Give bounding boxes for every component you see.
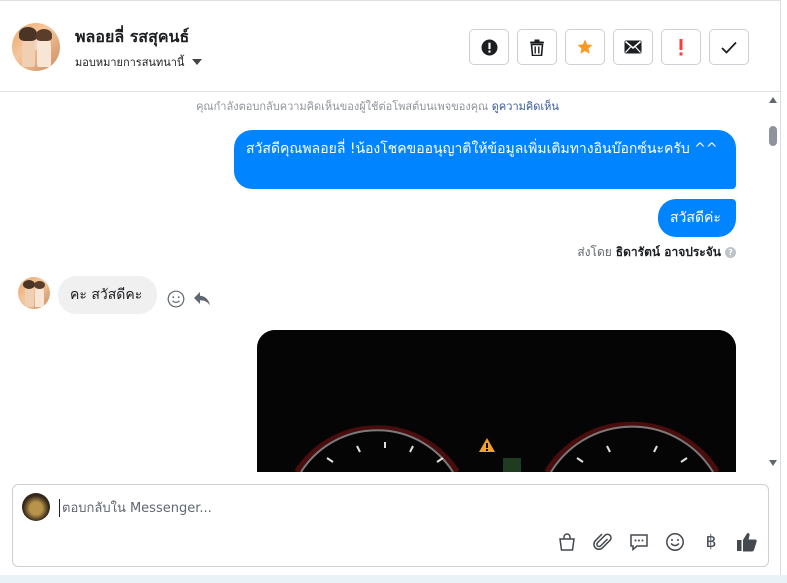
message-actions <box>167 290 211 308</box>
reply-icon[interactable] <box>193 291 211 307</box>
mark-spam-button[interactable] <box>469 29 509 65</box>
scroll-down-arrow-icon[interactable] <box>769 460 777 466</box>
bag-icon <box>559 533 575 551</box>
message-composer: ฿ <box>12 484 769 567</box>
mark-unread-button[interactable] <box>613 29 653 65</box>
help-icon[interactable]: ? <box>725 247 736 258</box>
notice-text: คุณกำลังตอบกลับความคิดเห็นของผู้ใช้ต่อโพ… <box>196 100 489 113</box>
emoji-button[interactable] <box>664 531 686 553</box>
saved-reply-icon <box>630 534 648 552</box>
checkmark-icon <box>721 41 737 54</box>
dashboard-photo-image <box>257 330 736 472</box>
star-icon <box>577 39 593 54</box>
outgoing-message: สวัสดีค่ะ <box>658 199 736 237</box>
baht-icon: ฿ <box>705 532 717 552</box>
like-button[interactable] <box>736 531 758 553</box>
saved-reply-button[interactable] <box>628 531 650 553</box>
thumbs-up-icon <box>737 533 757 552</box>
caret-down-icon <box>192 59 203 65</box>
reply-input[interactable] <box>59 499 749 517</box>
paperclip-icon <box>593 533 612 550</box>
exclamation-icon <box>679 38 683 55</box>
envelope-icon <box>624 40 642 54</box>
follow-up-button[interactable] <box>661 29 701 65</box>
payment-button[interactable]: ฿ <box>700 531 722 553</box>
page-avatar <box>22 493 50 521</box>
attached-photo[interactable] <box>257 330 736 472</box>
conversation-scrollbar[interactable] <box>765 92 780 472</box>
contact-avatar[interactable] <box>12 23 60 71</box>
sent-by-prefix: ส่งโดย <box>577 245 612 259</box>
contact-avatar-small[interactable] <box>18 277 50 309</box>
contact-name[interactable]: พลอยลี่ รสสุคนธ์ <box>75 25 189 50</box>
delete-button[interactable] <box>517 29 557 65</box>
react-emoji-icon[interactable] <box>167 290 185 308</box>
star-button[interactable] <box>565 29 605 65</box>
comment-reply-notice: คุณกำลังตอบกลับความคิดเห็นของผู้ใช้ต่อโพ… <box>0 97 755 115</box>
done-button[interactable] <box>709 29 749 65</box>
conversation-header: พลอยลี่ รสสุคนธ์ มอบหมายการสนทนานี้ <box>0 1 780 92</box>
incoming-message: คะ สวัสดีคะ <box>58 276 157 314</box>
emoji-icon <box>666 533 684 551</box>
sent-by-line: ส่งโดย ธิดารัตน์ อาจประจัน ? <box>577 243 736 262</box>
composer-toolbar: ฿ <box>556 531 758 553</box>
inbox-conversation-panel: พลอยลี่ รสสุคนธ์ มอบหมายการสนทนานี้ คุณก… <box>0 0 787 583</box>
trash-icon <box>530 39 544 56</box>
assign-conversation-dropdown[interactable]: มอบหมายการสนทนานี้ <box>75 53 203 71</box>
alert-circle-icon <box>481 39 497 55</box>
scroll-up-arrow-icon[interactable] <box>769 97 777 103</box>
bottom-strip <box>0 575 787 583</box>
assign-label: มอบหมายการสนทนานี้ <box>75 56 185 69</box>
sender-name[interactable]: ธิดารัตน์ อาจประจัน <box>616 243 721 262</box>
scroll-thumb[interactable] <box>769 126 777 146</box>
view-comment-link[interactable]: ดูความคิดเห็น <box>492 100 559 113</box>
shop-bag-button[interactable] <box>556 531 578 553</box>
panel-border <box>780 0 781 583</box>
outgoing-message: สวัสดีคุณพลอยลี่ !น้องโชคขออนุญาติให้ข้อ… <box>234 130 736 189</box>
attach-file-button[interactable] <box>592 531 614 553</box>
